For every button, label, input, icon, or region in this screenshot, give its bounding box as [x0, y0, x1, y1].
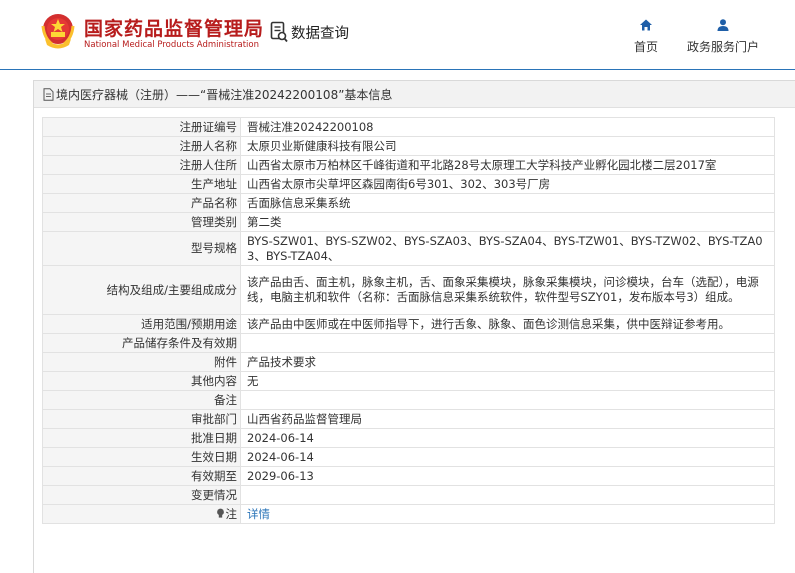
nav-service-portal[interactable]: 政务服务门户: [682, 18, 764, 55]
table-row: 变更情况: [42, 485, 775, 505]
row-label: 结构及组成/主要组成成分: [42, 265, 241, 315]
document-icon: [43, 87, 54, 101]
note-label-cell: 注: [42, 504, 241, 524]
table-row: 产品名称 舌面脉信息采集系统: [42, 193, 775, 213]
row-label: 审批部门: [42, 409, 241, 429]
table-row: 备注: [42, 390, 775, 410]
table-row: 审批部门 山西省药品监督管理局: [42, 409, 775, 429]
breadcrumb-text: 境内医疗器械（注册）——“晋械注准20242200108”基本信息: [56, 87, 393, 102]
row-label: 产品名称: [42, 193, 241, 213]
row-value: 无: [240, 371, 775, 391]
row-value: 晋械注准20242200108: [240, 117, 775, 137]
row-label: 其他内容: [42, 371, 241, 391]
row-label: 注册人名称: [42, 136, 241, 156]
user-icon: [717, 19, 729, 31]
table-row: 有效期至 2029-06-13: [42, 466, 775, 486]
home-icon: [640, 19, 652, 31]
table-row: 注册证编号 晋械注准20242200108: [42, 117, 775, 137]
nav-home-label: 首页: [633, 40, 658, 54]
note-row: 注 详情: [42, 504, 775, 524]
national-emblem-icon: [41, 14, 75, 49]
row-label: 产品储存条件及有效期: [42, 333, 241, 353]
row-value: BYS-SZW01、BYS-SZW02、BYS-SZA03、BYS-SZA04、…: [240, 231, 775, 266]
site-subtitle: National Medical Products Administration: [84, 40, 259, 50]
row-value: [240, 390, 775, 410]
row-value: 太原贝业斯健康科技有限公司: [240, 136, 775, 156]
row-label: 有效期至: [42, 466, 241, 486]
table-row: 注册人名称 太原贝业斯健康科技有限公司: [42, 136, 775, 156]
row-value: [240, 333, 775, 353]
table-row: 型号规格 BYS-SZW01、BYS-SZW02、BYS-SZA03、BYS-SZ…: [42, 231, 775, 266]
row-label: 变更情况: [42, 485, 241, 505]
table-row: 结构及组成/主要组成成分 该产品由舌、面主机，脉象主机，舌、面象采集模块，脉象采集…: [42, 265, 775, 315]
row-value: [240, 485, 775, 505]
data-query-icon: [270, 21, 288, 43]
row-label: 适用范围/预期用途: [42, 314, 241, 334]
row-label: 生效日期: [42, 447, 241, 467]
row-value: 舌面脉信息采集系统: [240, 193, 775, 213]
detail-panel: 境内医疗器械（注册）——“晋械注准20242200108”基本信息 注册证编号晋…: [33, 80, 795, 573]
row-label: 生产地址: [42, 174, 241, 194]
row-label: 附件: [42, 352, 241, 372]
row-value: 该产品由舌、面主机，脉象主机，舌、面象采集模块，脉象采集模块，问诊模块，台车（选…: [240, 265, 775, 315]
row-label: 备注: [42, 390, 241, 410]
row-label: 批准日期: [42, 428, 241, 448]
table-row: 生产地址 山西省太原市尖草坪区森园南街6号301、302、303号厂房: [42, 174, 775, 194]
row-value: 2024-06-14: [240, 447, 775, 467]
row-label: 注册证编号: [42, 117, 241, 137]
row-value: 第二类: [240, 212, 775, 232]
note-value-cell: 详情: [240, 504, 775, 524]
data-query-label: 数据查询: [291, 25, 349, 42]
row-label: 管理类别: [42, 212, 241, 232]
row-value: 山西省太原市万柏林区千峰街道和平北路28号太原理工大学科技产业孵化园北楼二层20…: [240, 155, 775, 175]
note-label: 注: [225, 506, 238, 521]
details-link[interactable]: 详情: [247, 507, 270, 521]
row-value: 山西省药品监督管理局: [240, 409, 775, 429]
table-row: 产品储存条件及有效期: [42, 333, 775, 353]
table-row: 其他内容无: [42, 371, 775, 391]
row-value: 产品技术要求: [240, 352, 775, 372]
table-row: 批准日期 2024-06-14: [42, 428, 775, 448]
table-row: 适用范围/预期用途 该产品由中医师或在中医师指导下，进行舌象、脉象、面色诊测信息采…: [42, 314, 775, 334]
data-query-link[interactable]: 数据查询: [270, 20, 349, 44]
table-row: 注册人住所 山西省太原市万柏林区千峰街道和平北路28号太原理工大学科技产业孵化园北…: [42, 155, 775, 175]
breadcrumb: 境内医疗器械（注册）——“晋械注准20242200108”基本信息: [34, 81, 795, 108]
row-value: 2024-06-14: [240, 428, 775, 448]
table-row: 管理类别 第二类: [42, 212, 775, 232]
row-value: 2029-06-13: [240, 466, 775, 486]
table-row: 生效日期 2024-06-14: [42, 447, 775, 467]
row-label: 注册人住所: [42, 155, 241, 175]
header-divider: [0, 69, 795, 70]
nav-home[interactable]: 首页: [628, 18, 664, 55]
site-title: 国家药品监督管理局: [84, 18, 265, 40]
nav-service-portal-label: 政务服务门户: [686, 40, 759, 54]
row-value: 山西省太原市尖草坪区森园南街6号301、302、303号厂房: [240, 174, 775, 194]
row-label: 型号规格: [42, 231, 241, 266]
info-table: 注册证编号 晋械注准20242200108 注册人名称 太原贝业斯健康科技有限公司 …: [42, 117, 775, 524]
row-value: 该产品由中医师或在中医师指导下，进行舌象、脉象、面色诊测信息采集，供中医辩证参考…: [240, 314, 775, 334]
lightbulb-icon: [216, 508, 224, 518]
table-row: 附件 产品技术要求: [42, 352, 775, 372]
site-header: 国家药品监督管理局 National Medical Products Admi…: [0, 0, 795, 70]
